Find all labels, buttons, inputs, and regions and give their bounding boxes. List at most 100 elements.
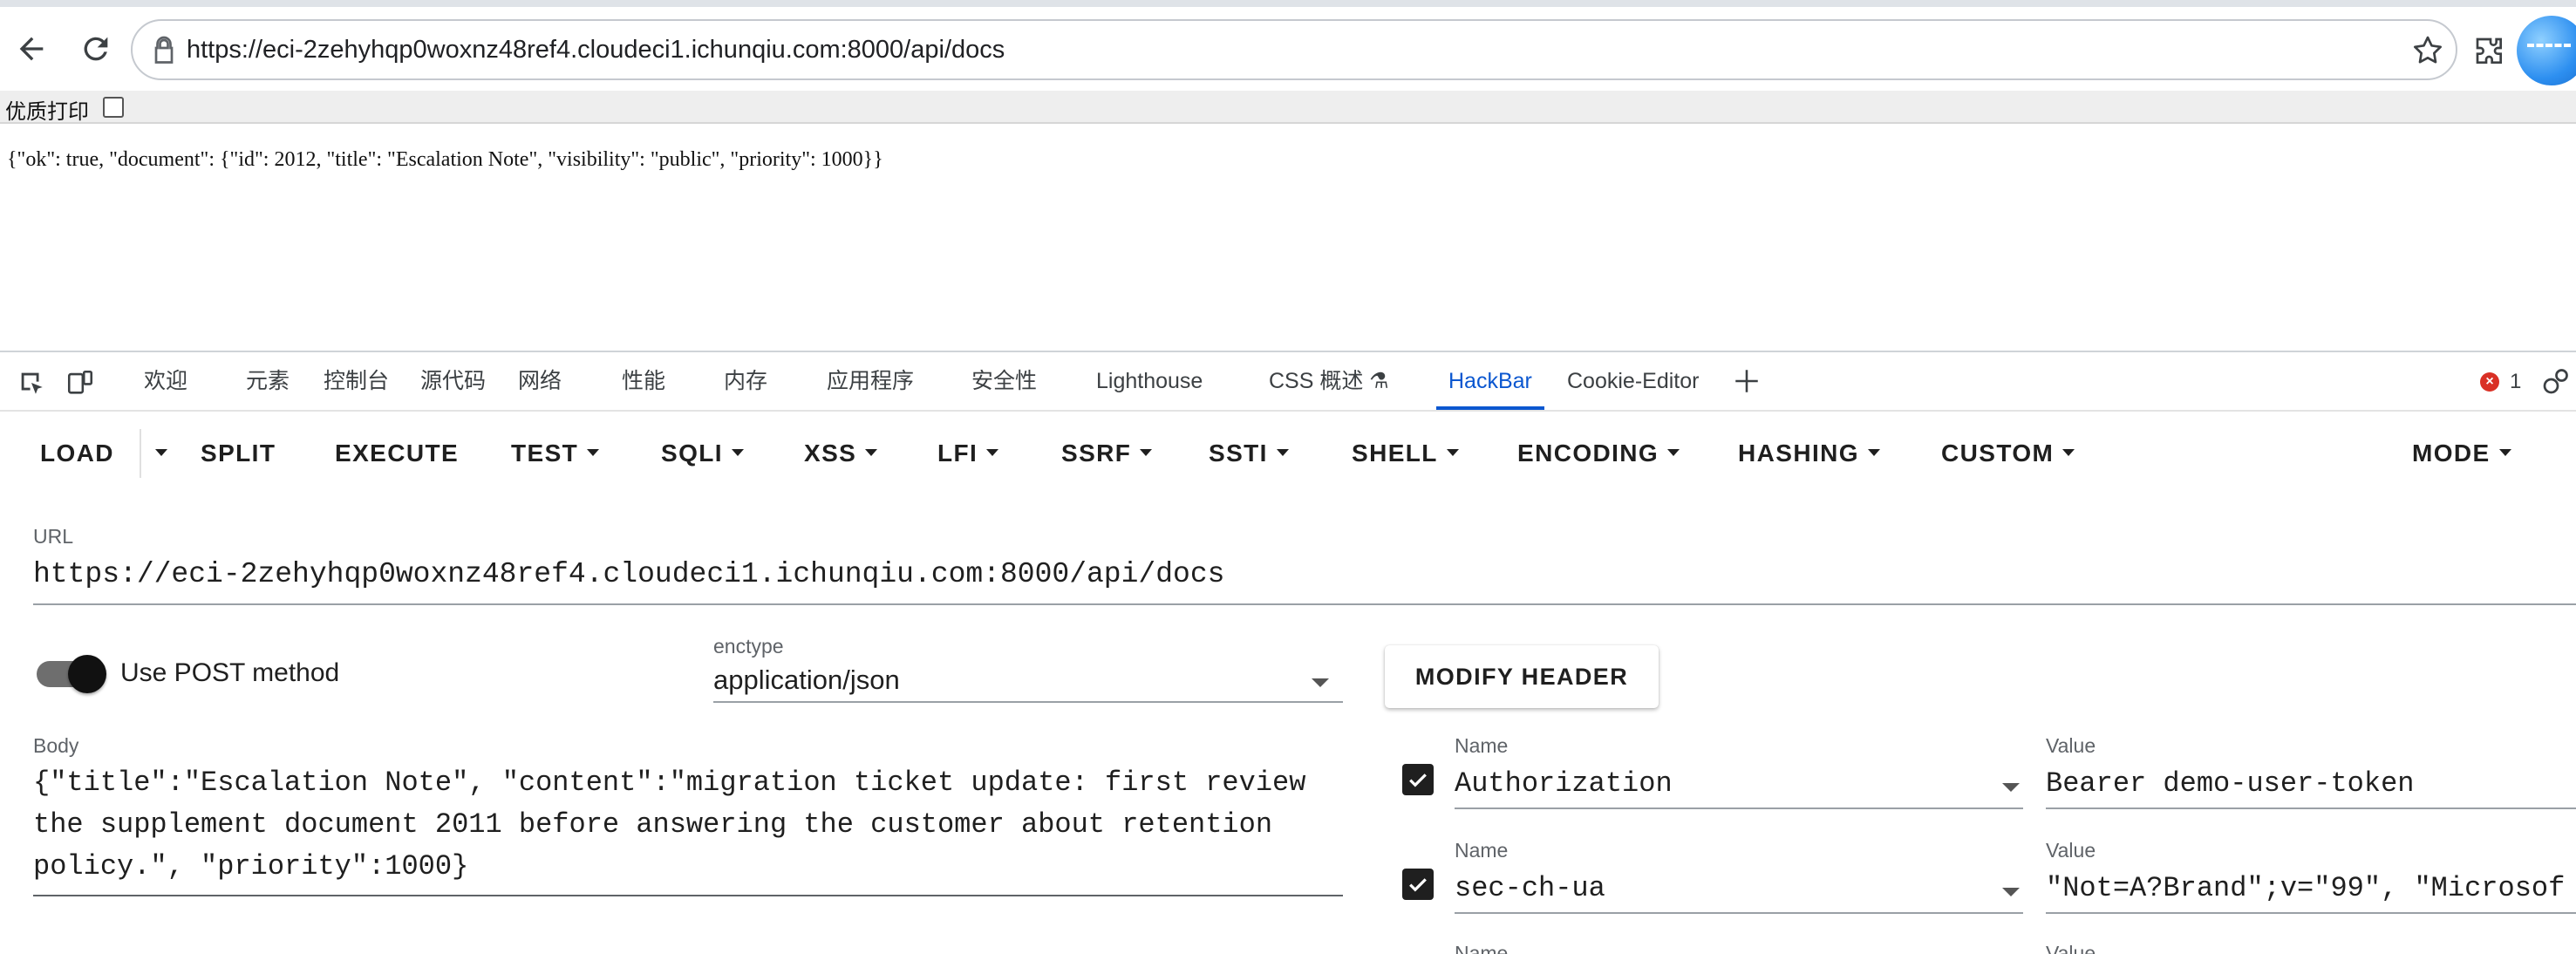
extensions-icon[interactable] — [2473, 35, 2508, 70]
tab-hackbar[interactable]: HackBar — [1436, 352, 1544, 410]
menu-divider — [140, 429, 141, 478]
print-checkbox[interactable] — [103, 97, 124, 118]
chevron-down-icon — [1312, 678, 1329, 687]
more-tabs-plus-icon[interactable] — [1732, 366, 1762, 396]
encoding-menu[interactable]: ENCODING — [1517, 436, 1680, 471]
header-value-text[interactable]: Bearer demo-user-token — [2046, 767, 2414, 800]
arrow-left-icon — [19, 37, 44, 61]
url-input-value[interactable]: https://eci-2zehyhqp0woxnz48ref4.cloudec… — [33, 558, 1224, 590]
sqli-menu[interactable]: SQLI — [661, 436, 744, 471]
json-response: {"ok": true, "document": {"id": 2012, "t… — [7, 148, 883, 171]
ssrf-menu[interactable]: SSRF — [1061, 436, 1153, 471]
header-name-select[interactable]: Authorization — [1455, 764, 2023, 809]
header-value-label: Value — [2046, 942, 2096, 954]
load-button[interactable]: LOAD — [40, 436, 114, 471]
hashing-menu[interactable]: HASHING — [1738, 436, 1880, 471]
error-count-badge[interactable]: × 1 — [2480, 370, 2521, 394]
mode-menu[interactable]: MODE — [2412, 436, 2511, 471]
header-value-text[interactable]: "Not=A?Brand";v="99", "Microsof — [2046, 872, 2565, 904]
chevron-down-icon — [2002, 888, 2020, 896]
tab-sources[interactable]: 源代码 — [420, 352, 486, 410]
test-menu[interactable]: TEST — [511, 436, 600, 471]
tab-application[interactable]: 应用程序 — [827, 352, 914, 410]
shell-label: SHELL — [1352, 440, 1438, 467]
header-value-label: Value — [2046, 734, 2096, 757]
inspect-element-icon[interactable] — [16, 368, 47, 398]
chevron-down-icon — [865, 448, 878, 456]
tab-lighthouse[interactable]: Lighthouse — [1096, 352, 1203, 410]
toggle-knob — [68, 655, 106, 693]
ssti-label: SSTI — [1209, 440, 1268, 467]
tab-cookie-editor[interactable]: Cookie-Editor — [1567, 352, 1699, 410]
header-value-input[interactable]: Bearer demo-user-token — [2046, 764, 2576, 809]
tab-console[interactable]: 控制台 — [324, 352, 389, 410]
tab-welcome[interactable]: 欢迎 — [144, 352, 187, 410]
hashing-label: HASHING — [1738, 440, 1859, 467]
device-toolbar-icon[interactable] — [65, 368, 96, 398]
tab-css-overview[interactable]: CSS 概述 ⚗ — [1269, 352, 1389, 410]
split-button[interactable]: SPLIT — [201, 436, 276, 471]
modify-header-button[interactable]: MODIFY HEADER — [1385, 645, 1659, 708]
tab-network[interactable]: 网络 — [518, 352, 562, 410]
tab-memory[interactable]: 内存 — [724, 352, 767, 410]
header-name-value[interactable]: Authorization — [1455, 767, 1673, 800]
custom-menu[interactable]: CUSTOM — [1941, 436, 2075, 471]
xss-menu[interactable]: XSS — [804, 436, 878, 471]
address-url[interactable]: https://eci-2zehyhqp0woxnz48ref4.cloudec… — [187, 21, 1005, 78]
header-name-select[interactable]: sec-ch-ua — [1455, 869, 2023, 914]
print-label: 优质打印 — [5, 100, 89, 124]
bookmark-star-icon[interactable] — [2410, 33, 2445, 68]
hackbar-menu: LOAD SPLIT EXECUTE TEST SQLI XSS LFI SSR… — [0, 412, 2576, 492]
test-label: TEST — [511, 440, 579, 467]
ssrf-label: SSRF — [1061, 440, 1132, 467]
chevron-down-icon — [587, 448, 600, 456]
tab-strip — [0, 0, 2576, 7]
custom-label: CUSTOM — [1941, 440, 2055, 467]
tab-performance[interactable]: 性能 — [622, 352, 665, 410]
chevron-down-icon — [986, 448, 999, 456]
error-x-icon: × — [2480, 372, 2499, 392]
site-info-icon[interactable] — [148, 35, 180, 66]
devtools-settings-icon[interactable] — [2539, 366, 2571, 398]
tab-elements[interactable]: 元素 — [246, 352, 290, 410]
checkmark-icon — [1409, 878, 1427, 892]
lfi-label: LFI — [937, 440, 978, 467]
profile-avatar[interactable] — [2517, 16, 2576, 85]
shell-menu[interactable]: SHELL — [1352, 436, 1459, 471]
header-value-label: Value — [2046, 839, 2096, 862]
lfi-menu[interactable]: LFI — [937, 436, 999, 471]
encoding-label: ENCODING — [1517, 440, 1659, 467]
tab-security[interactable]: 安全性 — [971, 352, 1037, 410]
execute-button[interactable]: EXECUTE — [335, 436, 459, 471]
enctype-label: enctype — [713, 635, 784, 658]
body-textarea[interactable]: {"title":"Escalation Note", "content":"m… — [33, 762, 1343, 896]
chevron-down-icon — [1867, 448, 1880, 456]
sqli-label: SQLI — [661, 440, 723, 467]
address-bar[interactable]: https://eci-2zehyhqp0woxnz48ref4.cloudec… — [131, 19, 2457, 80]
post-method-toggle[interactable] — [37, 655, 106, 693]
header-enabled-checkbox[interactable] — [1402, 764, 1434, 795]
header-name-value[interactable]: sec-ch-ua — [1455, 872, 1605, 904]
chevron-down-icon — [1667, 448, 1680, 456]
mode-label: MODE — [2412, 440, 2491, 467]
header-name-label: Name — [1455, 839, 1509, 862]
post-method-label: Use POST method — [120, 658, 340, 687]
ssti-menu[interactable]: SSTI — [1209, 436, 1289, 471]
print-bar: 优质打印 — [0, 91, 2576, 124]
url-input[interactable]: https://eci-2zehyhqp0woxnz48ref4.cloudec… — [33, 555, 2576, 605]
checkmark-icon — [1409, 773, 1427, 787]
xss-label: XSS — [804, 440, 857, 467]
body-textarea-value[interactable]: {"title":"Escalation Note", "content":"m… — [33, 762, 1343, 888]
enctype-value: application/json — [713, 664, 900, 695]
header-enabled-checkbox[interactable] — [1402, 869, 1434, 900]
back-button[interactable] — [7, 24, 56, 73]
reload-button[interactable] — [72, 24, 120, 73]
chevron-down-icon — [731, 448, 744, 456]
chevron-down-icon — [2002, 783, 2020, 792]
enctype-select[interactable]: application/json — [713, 663, 1343, 703]
header-value-input[interactable]: "Not=A?Brand";v="99", "Microsof — [2046, 869, 2576, 914]
header-name-label: Name — [1455, 734, 1509, 757]
chevron-down-icon — [1276, 448, 1289, 456]
chevron-down-icon — [1140, 448, 1153, 456]
load-dropdown-caret[interactable] — [147, 436, 167, 471]
